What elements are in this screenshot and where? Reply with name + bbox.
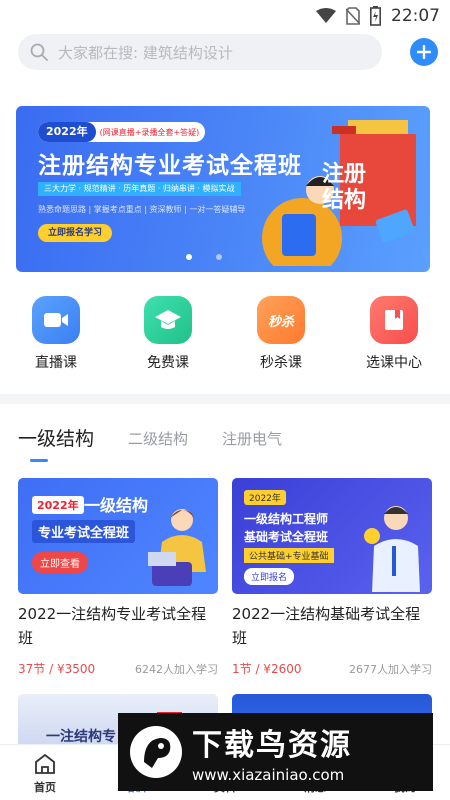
search-icon <box>30 43 48 61</box>
banner-badge-year: 2022年 <box>38 122 96 142</box>
course-thumbnail: 2022年 一级结构 专业考试全程班 立即查看 <box>18 478 218 594</box>
active-tab-indicator <box>30 459 48 462</box>
status-icons: 22:07 <box>316 6 440 26</box>
category-tabs: 一级结构 二级结构 注册电气 <box>18 424 316 464</box>
thumbnail-subtitle: 基础考试全程班 <box>244 530 329 544</box>
course-meta: 1节 / ¥2600 2677人加入学习 <box>232 660 432 677</box>
watermark-overlay: 下载鸟资源 www.xiazainiao.com <box>118 713 433 791</box>
thumbnail-button: 立即报名 <box>244 568 295 585</box>
bottom-nav-home[interactable]: 首页 <box>0 753 90 795</box>
course-price: 1节 / ¥2600 <box>232 662 302 676</box>
quick-nav-course-center[interactable]: 选课中心 <box>338 296 450 372</box>
banner-features: 熟悉命题思路 | 掌握考点重点 | 资深教师 | 一对一答疑辅导 <box>38 205 246 214</box>
thumbnail-heading: 一注结构专 <box>46 729 116 744</box>
banner-badge: 2022年 (网课直播+录播全套+答疑) <box>38 122 206 142</box>
book-icon <box>370 296 418 344</box>
home-icon <box>35 753 55 774</box>
thumbnail-heading: 一级结构工程师 <box>244 512 329 526</box>
add-button[interactable] <box>410 38 438 66</box>
status-time: 22:07 <box>391 6 440 26</box>
bottom-nav-label: 首页 <box>34 781 56 794</box>
engineer-illustration <box>364 506 420 592</box>
banner-pagination <box>186 254 222 260</box>
flash-sale-icon: 秒杀 <box>257 296 305 344</box>
thumbnail-tag: 公共基础+专业基础 <box>244 548 334 563</box>
course-title: 2022一注结构专业考试全程班 <box>18 605 207 647</box>
course-card[interactable]: 2022年 一级结构工程师 基础考试全程班 公共基础+专业基础 立即报名 202… <box>232 478 432 677</box>
course-enrolled: 6242人加入学习 <box>135 662 218 676</box>
watermark-title: 下载鸟资源 <box>192 728 352 763</box>
search-placeholder: 大家都在搜: 建筑结构设计 <box>58 43 233 62</box>
plus-icon <box>417 45 431 59</box>
course-price: 37节 / ¥3500 <box>18 662 96 676</box>
quick-nav-label: 秒杀课 <box>260 355 302 371</box>
quick-nav: 直播课 免费课 秒杀 秒杀课 选课中心 <box>0 296 450 376</box>
student-illustration <box>148 509 206 586</box>
tab-level-two-structure[interactable]: 二级结构 <box>128 424 188 449</box>
course-meta: 37节 / ¥3500 6242人加入学习 <box>18 660 218 677</box>
quick-nav-label: 免费课 <box>147 355 189 371</box>
thumbnail-heading: 一级结构 <box>84 496 149 515</box>
promo-banner[interactable]: 2022年 (网课直播+录播全套+答疑) 注册结构专业考试全程班 三大力学 · … <box>16 106 430 272</box>
quick-nav-label: 直播课 <box>35 355 77 371</box>
tab-level-one-structure[interactable]: 一级结构 <box>18 424 94 451</box>
video-camera-icon <box>32 296 80 344</box>
watermark-url: www.xiazainiao.com <box>192 766 345 784</box>
search-row: 大家都在搜: 建筑结构设计 <box>18 34 438 70</box>
banner-tags: 三大力学 · 规范精讲 · 历年真题 · 归纳串讲 · 模拟实战 <box>38 182 241 196</box>
quick-nav-free[interactable]: 免费课 <box>112 296 224 372</box>
no-sim-icon <box>346 7 360 25</box>
wifi-icon <box>316 8 336 23</box>
thumbnail-subtitle: 专业考试全程班 <box>32 520 136 543</box>
section-divider <box>0 394 450 404</box>
quick-nav-flash-sale[interactable]: 秒杀 秒杀课 <box>225 296 337 372</box>
quick-nav-label: 选课中心 <box>366 355 422 371</box>
thumbnail-year: 2022年 <box>244 490 286 505</box>
course-thumbnail: 2022年 一级结构工程师 基础考试全程班 公共基础+专业基础 立即报名 <box>232 478 432 594</box>
search-input[interactable]: 大家都在搜: 建筑结构设计 <box>18 34 382 70</box>
course-enrolled: 2677人加入学习 <box>349 662 432 676</box>
banner-cta-button[interactable]: 立即报名学习 <box>38 224 113 242</box>
banner-art-label: 注册 结构 <box>322 162 367 213</box>
graduation-cap-icon <box>144 296 192 344</box>
battery-icon <box>370 6 381 26</box>
thumbnail-year: 2022年 <box>32 496 84 514</box>
tab-registered-electrical[interactable]: 注册电气 <box>222 424 282 449</box>
status-bar: 22:07 <box>0 0 450 32</box>
quick-nav-live[interactable]: 直播课 <box>0 296 112 372</box>
pagination-dot[interactable] <box>216 254 222 260</box>
bird-logo-icon <box>130 726 182 778</box>
course-title: 2022一注结构基础考试全程班 <box>232 605 421 647</box>
thumbnail-button: 立即查看 <box>32 552 88 573</box>
watermark-texts: 下载鸟资源 www.xiazainiao.com <box>192 720 352 784</box>
flash-sale-icon-text: 秒杀 <box>267 314 294 330</box>
pagination-dot[interactable] <box>186 254 192 260</box>
course-card[interactable]: 2022年 一级结构 专业考试全程班 立即查看 2022一注结构专业考试全程班 … <box>18 478 218 677</box>
banner-badge-subtitle: (网课直播+录播全套+答疑) <box>99 127 200 137</box>
